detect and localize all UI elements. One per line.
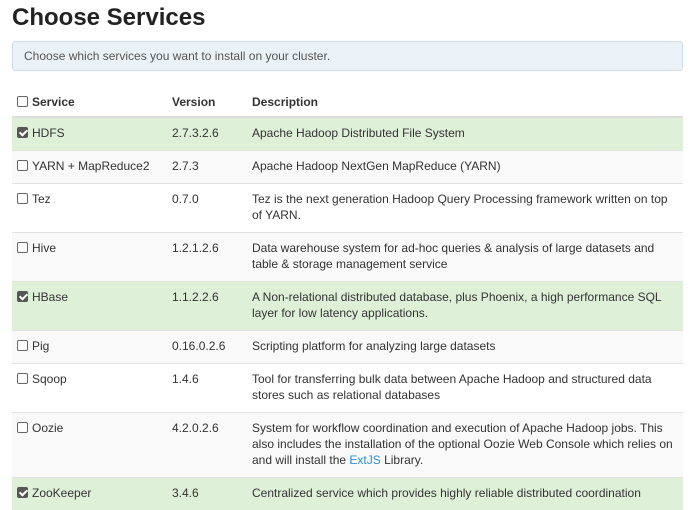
service-name[interactable]: ZooKeeper [32,486,91,500]
header-service: Service [12,90,167,117]
service-checkbox[interactable] [17,373,28,384]
service-checkbox[interactable] [17,160,28,171]
table-header: Service Version Description [12,90,683,117]
description-text: Scripting platform for analyzing large d… [252,339,495,353]
table-row: Oozie 4.2.0.2.6 System for workflow coor… [12,413,683,478]
table-row: Pig 0.16.0.2.6 Scripting platform for an… [12,331,683,364]
service-cell: Tez [12,184,167,233]
version-cell: 0.16.0.2.6 [167,331,247,364]
service-checkbox[interactable] [17,291,28,302]
description-text: Apache Hadoop Distributed File System [252,126,465,140]
description-text: Data warehouse system for ad-hoc queries… [252,241,654,271]
description-cell: A Non-relational distributed database, p… [247,282,683,331]
description-cell: Apache Hadoop NextGen MapReduce (YARN) [247,151,683,184]
version-cell: 1.4.6 [167,364,247,413]
table-row: HDFS 2.7.3.2.6 Apache Hadoop Distributed… [12,117,683,151]
version-cell: 4.2.0.2.6 [167,413,247,478]
service-name[interactable]: HBase [32,290,68,304]
service-cell: HBase [12,282,167,331]
header-description: Description [247,90,683,117]
description-text: A Non-relational distributed database, p… [252,290,661,320]
select-all-checkbox[interactable] [17,96,28,107]
services-table: Service Version Description HDFS 2.7.3.2… [12,90,683,510]
table-row: HBase 1.1.2.2.6 A Non-relational distrib… [12,282,683,331]
version-cell: 2.7.3.2.6 [167,117,247,151]
service-cell: Hive [12,233,167,282]
description-text: Centralized service which provides highl… [252,486,641,500]
service-name[interactable]: YARN + MapReduce2 [32,159,150,173]
table-row: YARN + MapReduce2 2.7.3 Apache Hadoop Ne… [12,151,683,184]
service-checkbox[interactable] [17,340,28,351]
service-cell: HDFS [12,117,167,151]
description-cell: Apache Hadoop Distributed File System [247,117,683,151]
page-title: Choose Services [12,2,205,34]
description-text: Tez is the next generation Hadoop Query … [252,192,668,222]
service-cell: YARN + MapReduce2 [12,151,167,184]
version-cell: 0.7.0 [167,184,247,233]
description-cell: Data warehouse system for ad-hoc queries… [247,233,683,282]
service-checkbox[interactable] [17,422,28,433]
description-text-after: Library. [381,453,423,467]
version-cell: 2.7.3 [167,151,247,184]
version-cell: 1.1.2.2.6 [167,282,247,331]
description-cell: Tool for transferring bulk data between … [247,364,683,413]
header-service-label: Service [32,95,75,109]
service-name[interactable]: Hive [32,241,56,255]
service-name[interactable]: Sqoop [32,372,67,386]
description-cell: Scripting platform for analyzing large d… [247,331,683,364]
service-cell: Oozie [12,413,167,478]
version-cell: 1.2.1.2.6 [167,233,247,282]
description-text: System for workflow coordination and exe… [252,421,673,467]
service-name[interactable]: Tez [32,192,51,206]
extjs-link[interactable]: ExtJS [349,453,380,467]
description-text: Tool for transferring bulk data between … [252,372,652,402]
description-text: Apache Hadoop NextGen MapReduce (YARN) [252,159,501,173]
service-checkbox[interactable] [17,487,28,498]
service-name[interactable]: Oozie [32,421,63,435]
table-row: Sqoop 1.4.6 Tool for transferring bulk d… [12,364,683,413]
service-checkbox[interactable] [17,193,28,204]
description-cell: Tez is the next generation Hadoop Query … [247,184,683,233]
service-checkbox[interactable] [17,127,28,138]
description-cell: System for workflow coordination and exe… [247,413,683,478]
info-alert: Choose which services you want to instal… [12,41,683,71]
service-name[interactable]: Pig [32,339,49,353]
service-checkbox[interactable] [17,242,28,253]
table-row: Hive 1.2.1.2.6 Data warehouse system for… [12,233,683,282]
header-version: Version [167,90,247,117]
service-name[interactable]: HDFS [32,126,65,140]
service-cell: Sqoop [12,364,167,413]
service-cell: Pig [12,331,167,364]
table-row: Tez 0.7.0 Tez is the next generation Had… [12,184,683,233]
